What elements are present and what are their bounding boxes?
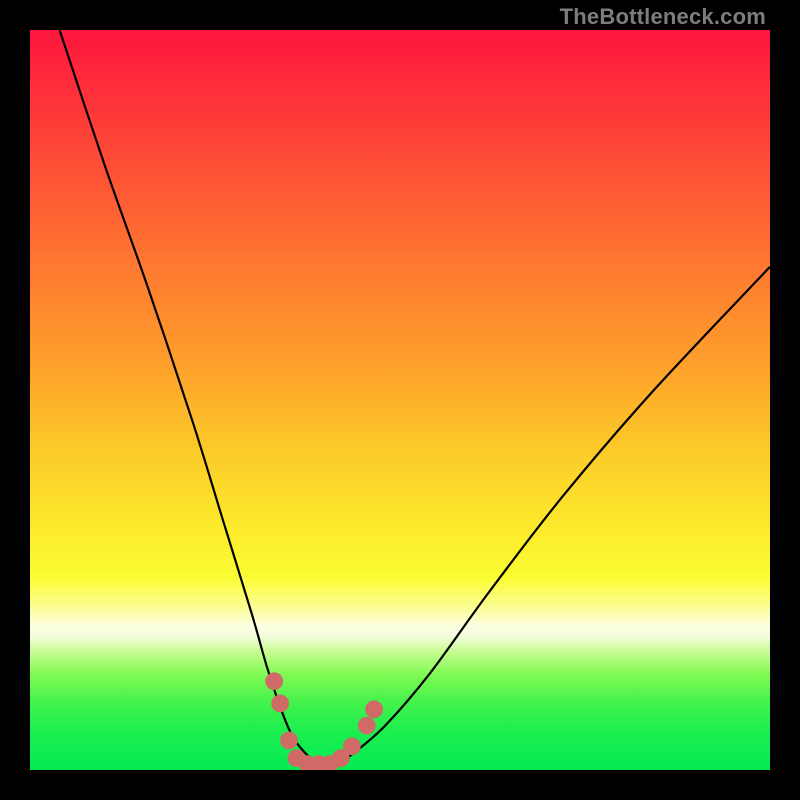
curve-marker <box>271 695 289 713</box>
curve-marker <box>280 732 298 750</box>
watermark-text: TheBottleneck.com <box>560 4 766 30</box>
marker-group <box>265 672 383 770</box>
curve-marker <box>343 737 361 755</box>
chart-svg <box>30 30 770 770</box>
bottleneck-curve <box>60 30 770 764</box>
chart-plot-area <box>30 30 770 770</box>
curve-marker <box>358 717 376 735</box>
curve-marker <box>265 672 283 690</box>
curve-marker <box>365 700 383 718</box>
